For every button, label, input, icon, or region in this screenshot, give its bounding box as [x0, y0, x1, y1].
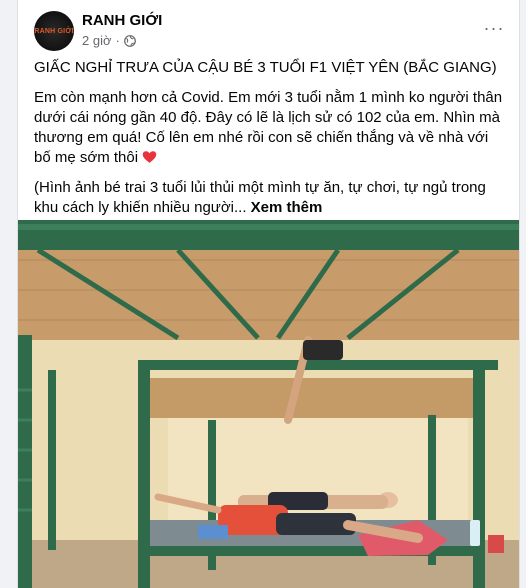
top-bunk-shorts — [303, 340, 343, 360]
more-options-icon[interactable]: ··· — [479, 16, 509, 40]
blue-item — [198, 525, 228, 539]
see-more-link[interactable]: Xem thêm — [251, 199, 323, 216]
page-avatar[interactable]: RANH GIỚI — [34, 11, 74, 51]
post-header: RANH GIỚI RANH GIỚI 2 giờ · ··· — [18, 0, 519, 58]
paragraph-1-text: Em còn mạnh hơn cả Covid. Em mới 3 tuổi … — [34, 89, 503, 166]
red-heart-icon — [142, 151, 157, 163]
globe-icon — [123, 34, 136, 47]
bunk-bed-photo — [18, 220, 519, 588]
top-frame-highlight — [18, 224, 519, 230]
post-far-left — [48, 370, 56, 550]
post-time[interactable]: 2 giờ — [82, 33, 112, 48]
post-photo[interactable] — [18, 220, 519, 588]
post-mid-left — [138, 360, 150, 588]
red-item — [488, 535, 504, 553]
post-right — [473, 360, 485, 588]
post-meta: 2 giờ · — [82, 33, 136, 48]
post-left — [18, 335, 32, 588]
post-paragraph-1: Em còn mạnh hơn cả Covid. Em mới 3 tuổi … — [34, 88, 504, 168]
post-headline: GIẤC NGHỈ TRƯA CỦA CẬU BÉ 3 TUỔI F1 VIỆT… — [34, 59, 497, 76]
avatar-logo-text: RANH GIỚI — [34, 27, 74, 35]
post-card: RANH GIỚI RANH GIỚI 2 giờ · ··· GIẤC NGH… — [17, 0, 520, 588]
page-name[interactable]: RANH GIỚI — [82, 12, 162, 29]
meta-separator: · — [115, 33, 120, 48]
second-tier-rail — [138, 360, 498, 370]
second-tier-board — [138, 378, 478, 418]
post-paragraph-2: (Hình ảnh bé trai 3 tuổi lủi thủi một mì… — [34, 178, 504, 218]
water-bottle — [470, 520, 480, 546]
post-body: GIẤC NGHỈ TRƯA CỦA CẬU BÉ 3 TUỔI F1 VIỆT… — [34, 58, 504, 228]
